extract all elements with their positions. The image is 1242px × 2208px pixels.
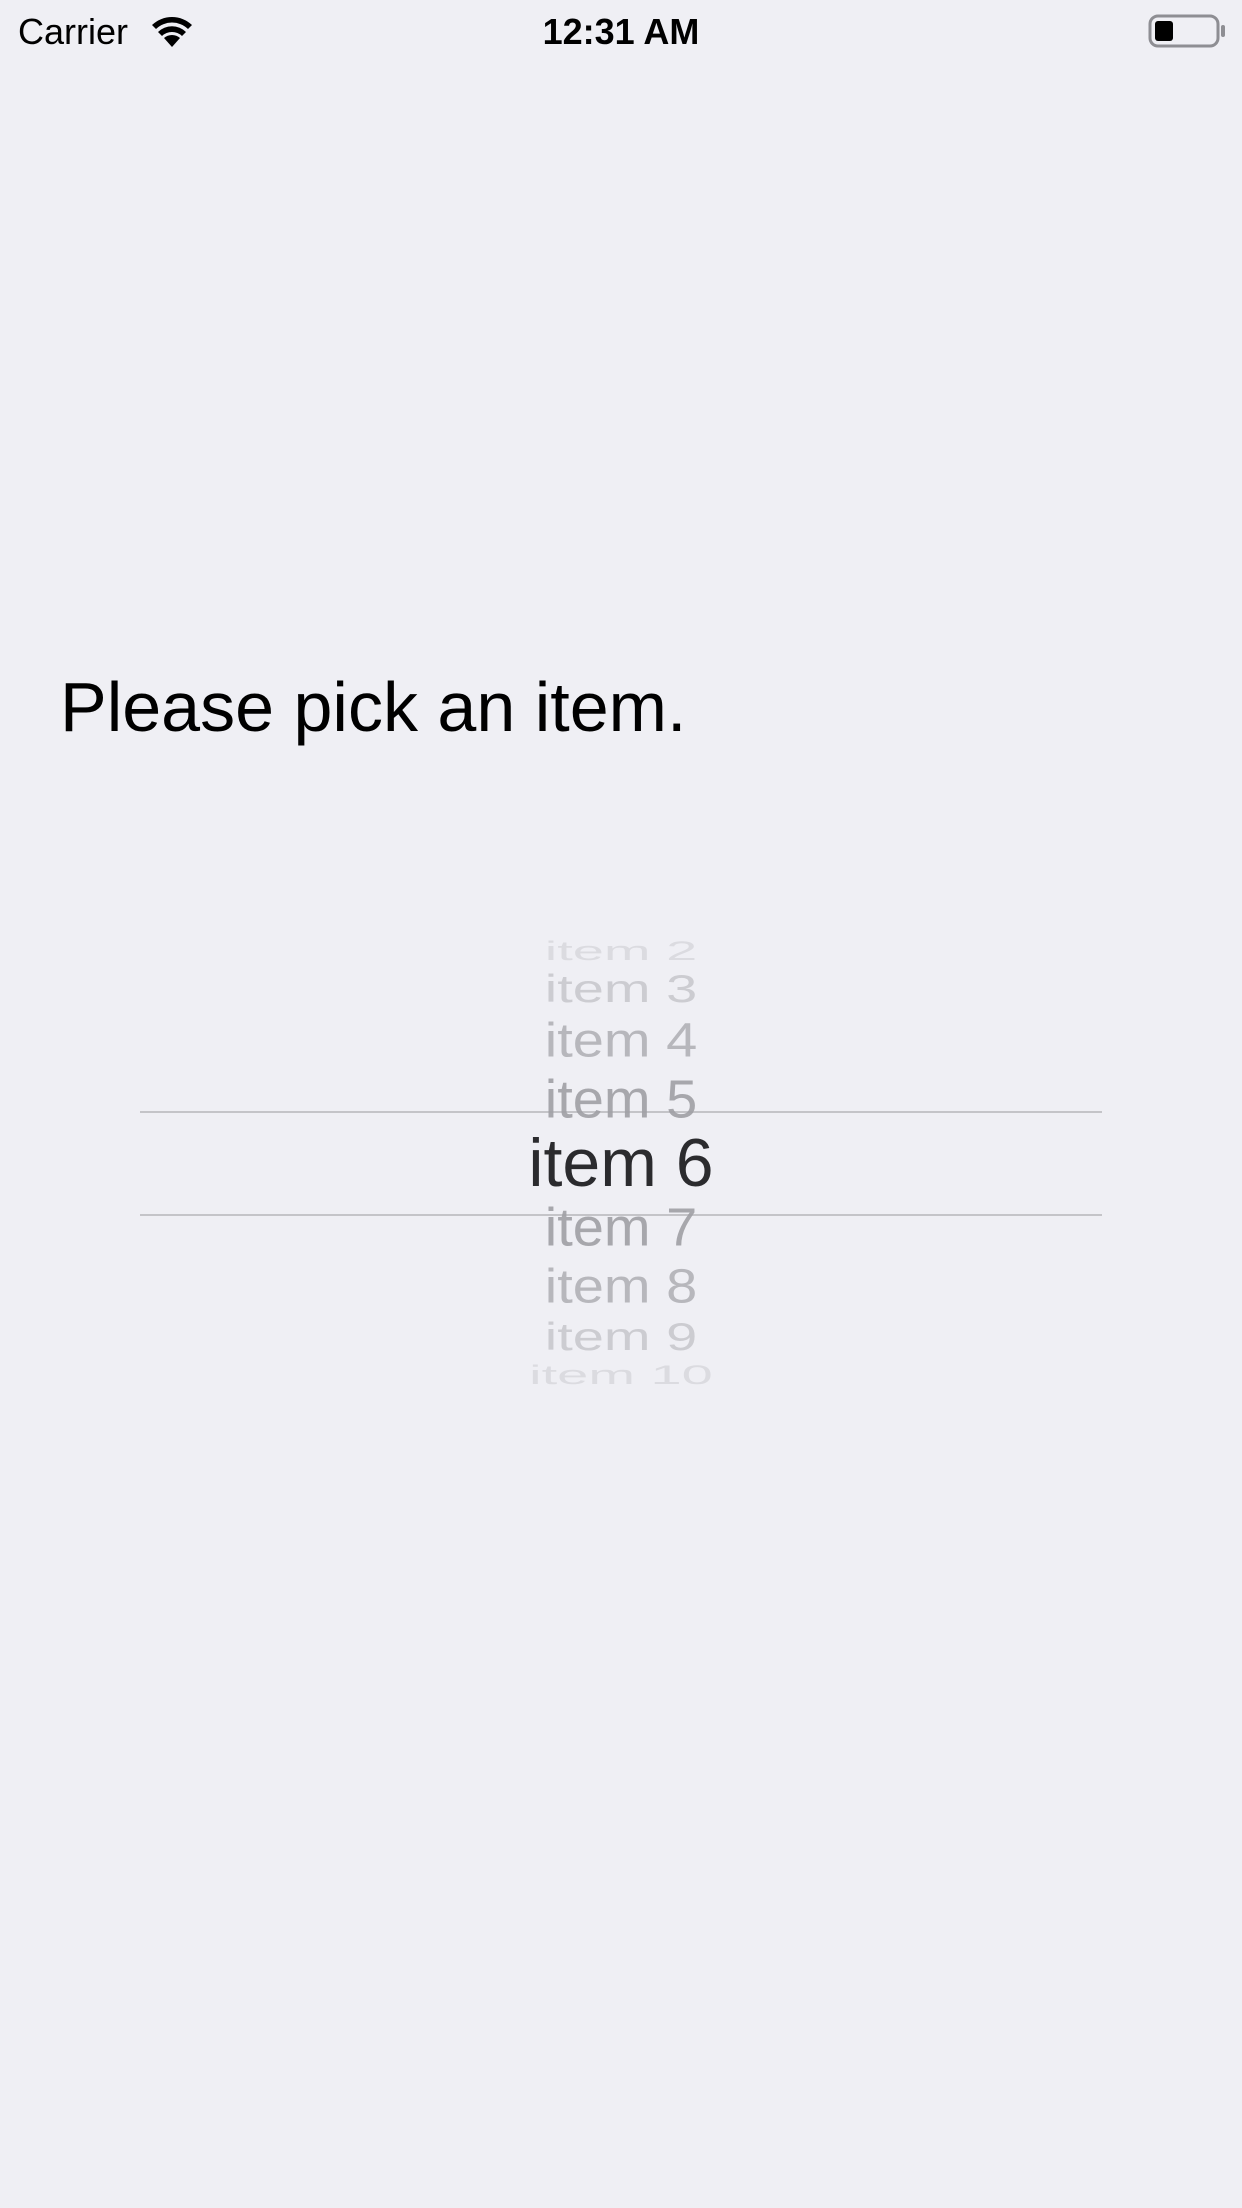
- status-bar: Carrier 12:31 AM: [0, 0, 1242, 60]
- item-picker-wheel[interactable]: item 2 item 3 item 4 item 5 item 6 item 7 item…: [140, 890, 1102, 1430]
- picker-row[interactable]: item 5: [140, 1072, 1102, 1126]
- picker-row[interactable]: item 7: [140, 1200, 1102, 1254]
- app-screen: Carrier 12:31 AM Please pick an item. it…: [0, 0, 1242, 2208]
- picker-row[interactable]: item 9: [140, 1317, 1102, 1357]
- picker-row[interactable]: item 3: [140, 970, 1102, 1009]
- picker-row[interactable]: item 4: [140, 1015, 1102, 1064]
- battery-icon: [1148, 14, 1228, 48]
- picker-row[interactable]: item 6: [140, 1129, 1102, 1197]
- prompt-label: Please pick an item.: [60, 668, 687, 746]
- clock: 12:31 AM: [542, 11, 700, 52]
- picker-row[interactable]: item 10: [140, 1361, 1102, 1387]
- picker-row[interactable]: item 2: [140, 938, 1102, 964]
- picker-row[interactable]: item 8: [140, 1262, 1102, 1310]
